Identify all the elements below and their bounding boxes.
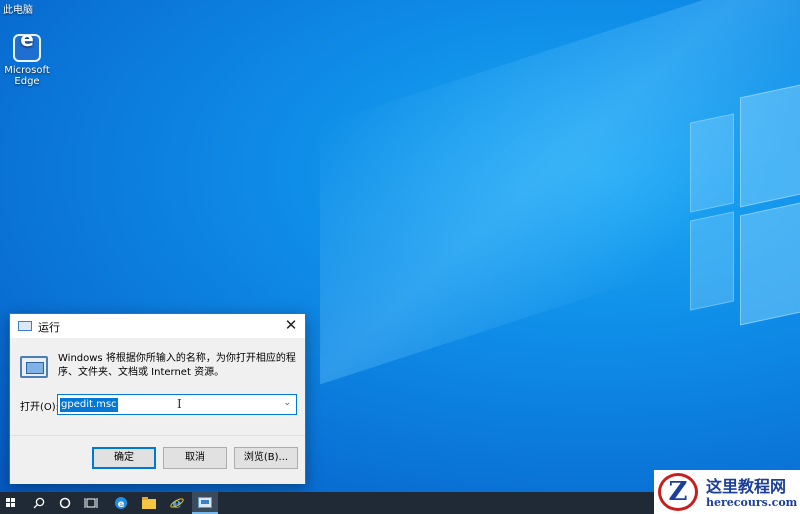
open-label: 打开(O): xyxy=(20,402,60,413)
dialog-titlebar[interactable]: 运行 ✕ xyxy=(10,314,305,338)
search-icon xyxy=(33,497,45,509)
text-cursor-icon: I xyxy=(177,397,182,411)
start-button[interactable] xyxy=(0,492,22,514)
site-watermark: Z 这里教程网 herecours.com xyxy=(654,470,800,514)
watermark-title: 这里教程网 xyxy=(706,477,787,496)
open-combobox[interactable]: gpedit.msc I ⌄ xyxy=(57,394,297,415)
cortana-icon xyxy=(59,497,71,509)
dialog-description: Windows 将根据你所输入的名称，为你打开相应的程序、文件夹、文档或 Int… xyxy=(58,353,296,378)
taskbar-internet-explorer[interactable]: e xyxy=(164,492,190,514)
taskbar-edge[interactable]: e xyxy=(108,492,134,514)
taskbar-file-explorer[interactable] xyxy=(136,492,162,514)
this-pc-label[interactable]: 此电脑 xyxy=(3,1,33,16)
file-explorer-icon xyxy=(142,497,156,509)
run-dialog: 运行 ✕ Windows 将根据你所输入的名称，为你打开相应的程序、文件夹、文档… xyxy=(9,313,306,484)
edge-icon: e xyxy=(115,497,127,510)
task-view-icon xyxy=(84,498,98,508)
run-dialog-icon xyxy=(20,356,48,378)
task-view-button[interactable] xyxy=(78,492,104,514)
svg-text:e: e xyxy=(118,499,125,510)
desktop-icon-edge[interactable]: Microsoft Edge xyxy=(2,34,52,87)
search-button[interactable] xyxy=(26,492,52,514)
cortana-button[interactable] xyxy=(52,492,78,514)
run-icon xyxy=(198,497,212,508)
start-icon xyxy=(6,498,16,508)
wallpaper-windows-logo xyxy=(690,60,800,326)
chevron-down-icon[interactable]: ⌄ xyxy=(283,398,291,408)
desktop-icon-label: Microsoft Edge xyxy=(4,65,50,87)
watermark-domain: herecours.com xyxy=(706,496,798,509)
edge-icon xyxy=(13,34,41,62)
watermark-logo: Z xyxy=(658,473,698,511)
open-input-value[interactable]: gpedit.msc xyxy=(60,398,118,412)
browse-button[interactable]: 浏览(B)... xyxy=(234,447,298,469)
ie-icon: e xyxy=(170,496,184,512)
svg-text:e: e xyxy=(173,496,182,510)
close-button[interactable]: ✕ xyxy=(277,314,305,338)
dialog-title: 运行 xyxy=(38,321,60,334)
ok-button[interactable]: 确定 xyxy=(92,447,156,469)
taskbar-run[interactable] xyxy=(192,492,218,514)
run-app-icon xyxy=(18,321,32,331)
cancel-button[interactable]: 取消 xyxy=(163,447,227,469)
